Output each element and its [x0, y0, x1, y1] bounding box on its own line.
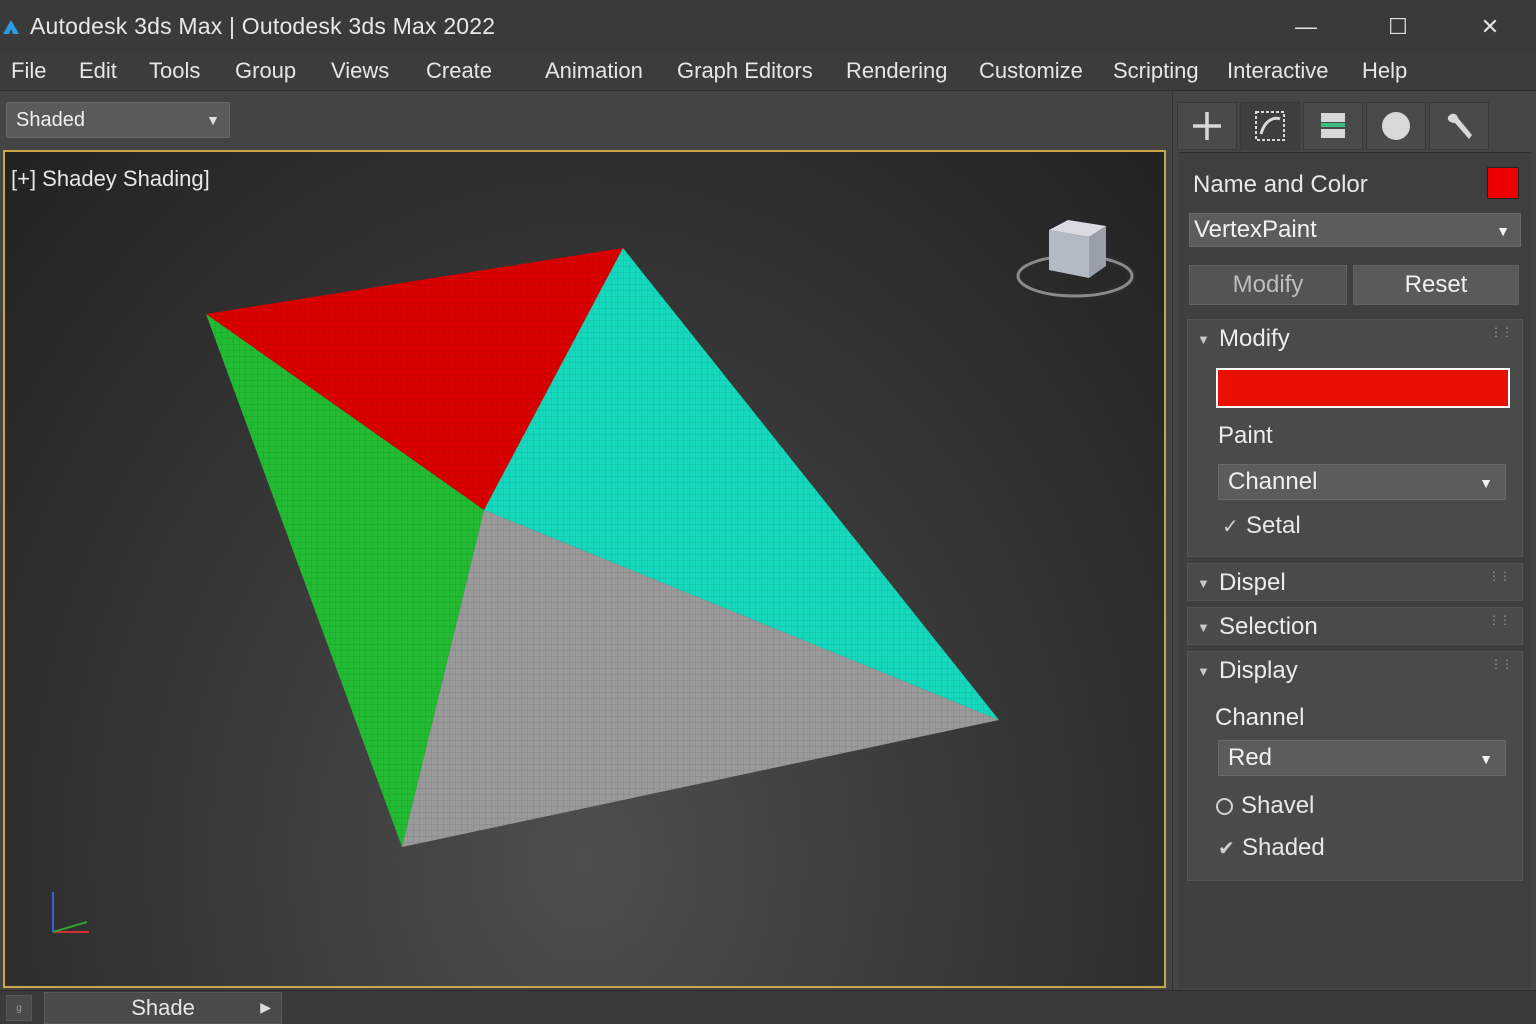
- main-toolbar: Shaded ▼: [0, 92, 1172, 148]
- motion-tab[interactable]: [1366, 102, 1426, 150]
- viewcube[interactable]: [1013, 220, 1137, 301]
- utilities-icon: [1447, 113, 1472, 139]
- dropdown-arrow-icon: ▼: [1496, 223, 1510, 239]
- setal-checkbox[interactable]: ✓ Setal: [1222, 512, 1301, 540]
- menu-create[interactable]: Create: [426, 58, 492, 84]
- bottom-bar: g Shade ▶: [0, 990, 1536, 1024]
- modify-rollout: ▼ Modify ⋮⋮ Paint Channel ▼ ✓ Setal: [1187, 319, 1523, 557]
- menu-interactive[interactable]: Interactive: [1227, 58, 1329, 84]
- menu-file[interactable]: File: [11, 58, 46, 84]
- paint-channel-value: Channel: [1228, 468, 1318, 495]
- modify-rollout-title: Modify: [1219, 325, 1290, 352]
- modifier-list-dropdown[interactable]: VertexPaint ▼: [1189, 213, 1521, 247]
- mesh-grid-overlay: [206, 248, 999, 847]
- viewport-label[interactable]: [+] Shadey Shading]: [11, 166, 210, 192]
- menu-group[interactable]: Group: [235, 58, 296, 84]
- menu-scripting[interactable]: Scripting: [1113, 58, 1199, 84]
- viewport[interactable]: [+] Shadey Shading]: [3, 150, 1166, 988]
- display-channel-value: Red: [1228, 744, 1273, 771]
- modify-panel: Name and Color VertexPaint ▼ Modify Rese…: [1179, 152, 1531, 988]
- window-controls: — ☐ ✕: [1260, 0, 1536, 53]
- play-icon: ▶: [260, 999, 271, 1015]
- hierarchy-icon: [1321, 113, 1345, 138]
- menu-views[interactable]: Views: [331, 58, 389, 84]
- collapse-triangle-icon: ▼: [1197, 620, 1210, 635]
- menu-customize[interactable]: Customize: [979, 58, 1083, 84]
- paint-channel-dropdown[interactable]: Channel ▼: [1218, 464, 1506, 500]
- setal-label: Setal: [1246, 512, 1301, 539]
- shading-mode-value: Shaded: [16, 108, 85, 131]
- dispel-rollout-title: Dispel: [1219, 569, 1286, 596]
- dropdown-arrow-icon: ▼: [206, 112, 220, 128]
- window-title: Autodesk 3ds Max | Outodesk 3ds Max 2022: [30, 13, 496, 39]
- dropdown-arrow-icon: ▼: [1479, 475, 1493, 491]
- modify-tab[interactable]: [1240, 102, 1300, 150]
- drag-grip-icon[interactable]: ⋮⋮: [1490, 326, 1513, 338]
- paint-label: Paint: [1218, 422, 1273, 449]
- create-tab[interactable]: [1177, 102, 1237, 150]
- menu-help[interactable]: Help: [1362, 58, 1407, 84]
- shaded-checkbox[interactable]: ✔ Shaded: [1218, 834, 1325, 862]
- dropdown-arrow-icon: ▼: [1479, 751, 1493, 767]
- modifier-name: VertexPaint: [1194, 216, 1317, 243]
- paint-color-swatch[interactable]: [1216, 368, 1510, 408]
- collapse-triangle-icon: ▼: [1197, 576, 1210, 591]
- viewport-scene[interactable]: [5, 152, 1164, 986]
- shading-mode-dropdown[interactable]: Shaded ▼: [6, 102, 230, 138]
- display-rollout-header[interactable]: ▼ Display ⋮⋮: [1188, 652, 1524, 692]
- drag-grip-icon[interactable]: ⋮⋮: [1488, 614, 1511, 626]
- display-channel-label: Channel: [1215, 704, 1305, 731]
- shavel-label: Shavel: [1241, 792, 1315, 819]
- display-channel-dropdown[interactable]: Red ▼: [1218, 740, 1506, 776]
- display-rollout: ▼ Display ⋮⋮ Channel Red ▼ Shavel ✔ Shad…: [1187, 651, 1523, 881]
- close-button[interactable]: ✕: [1444, 0, 1536, 53]
- modify-icon: [1255, 111, 1285, 141]
- collapse-triangle-icon: ▼: [1197, 664, 1210, 679]
- command-panel: Name and Color VertexPaint ▼ Modify Rese…: [1172, 92, 1536, 990]
- shaded-label: Shaded: [1242, 834, 1325, 861]
- modify-rollout-header[interactable]: ▼ Modify ⋮⋮: [1188, 320, 1524, 360]
- shade-tab[interactable]: Shade ▶: [44, 992, 282, 1024]
- menu-edit[interactable]: Edit: [79, 58, 117, 84]
- checkmark-icon: ✓: [1222, 515, 1239, 538]
- menu-rendering[interactable]: Rendering: [846, 58, 948, 84]
- menu-bar: File Edit Tools Group Views Create Anima…: [0, 53, 1536, 91]
- shavel-radio[interactable]: Shavel: [1216, 792, 1314, 820]
- name-and-color-label: Name and Color: [1193, 171, 1368, 198]
- axis-tripod-icon: [52, 892, 89, 933]
- menu-graph-editors[interactable]: Graph Editors: [677, 58, 813, 84]
- app-logo-icon: [0, 0, 22, 53]
- menu-animation[interactable]: Animation: [545, 58, 643, 84]
- dispel-rollout[interactable]: ▼ Dispel ⋮⋮: [1187, 563, 1523, 601]
- radio-button-icon: [1216, 797, 1233, 815]
- minimize-button[interactable]: —: [1260, 0, 1352, 53]
- selection-rollout[interactable]: ▼ Selection ⋮⋮: [1187, 607, 1523, 645]
- collapse-triangle-icon: ▼: [1197, 332, 1210, 347]
- utilities-tab[interactable]: [1429, 102, 1489, 150]
- menu-tools[interactable]: Tools: [149, 58, 200, 84]
- maximize-button[interactable]: ☐: [1352, 0, 1444, 53]
- command-panel-tabs: [1177, 102, 1489, 150]
- drag-grip-icon[interactable]: ⋮⋮: [1488, 570, 1511, 582]
- title-bar: Autodesk 3ds Max | Outodesk 3ds Max 2022…: [0, 0, 1536, 53]
- display-rollout-title: Display: [1219, 657, 1298, 684]
- drag-grip-icon[interactable]: ⋮⋮: [1490, 658, 1513, 670]
- checkmark-icon: ✔: [1218, 837, 1235, 860]
- object-color-swatch[interactable]: [1487, 167, 1519, 199]
- motion-icon: [1382, 112, 1410, 140]
- selection-rollout-title: Selection: [1219, 613, 1318, 640]
- shade-tab-label: Shade: [131, 995, 195, 1020]
- maxscript-listener-button[interactable]: g: [6, 995, 32, 1021]
- modify-button[interactable]: Modify: [1189, 265, 1347, 305]
- create-icon: [1193, 112, 1221, 140]
- reset-button[interactable]: Reset: [1353, 265, 1519, 305]
- hierarchy-tab[interactable]: [1303, 102, 1363, 150]
